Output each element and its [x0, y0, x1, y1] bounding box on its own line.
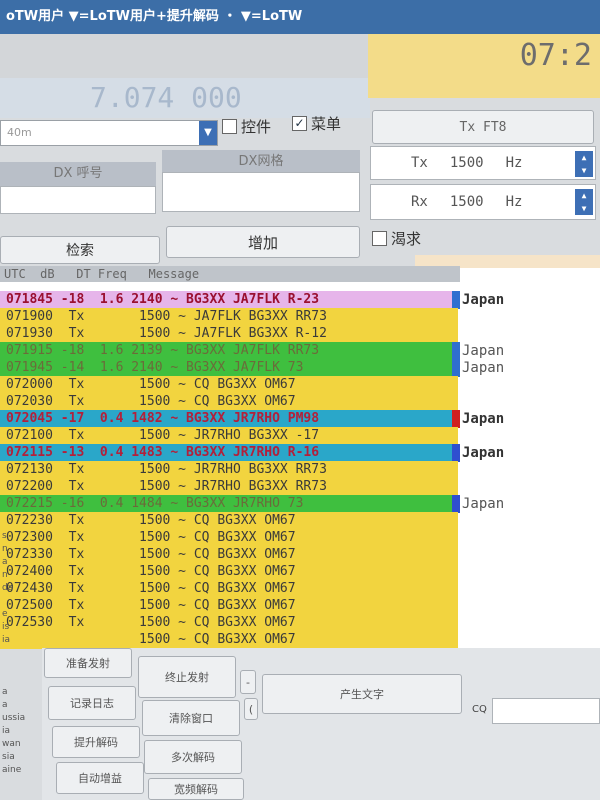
paren-label: ( [248, 702, 254, 716]
add-button-label: 增加 [247, 233, 278, 252]
country-label: Japan [462, 343, 505, 359]
table-row[interactable]: 072300 Tx 1500 ~ CQ BG3XX OM67 [0, 529, 458, 547]
menu-checkbox[interactable]: ✓ 菜单 [292, 113, 341, 134]
table-row[interactable]: 071845 -18 1.6 2140 ~ BG3XX JA7FLK R-23 [0, 291, 458, 309]
table-row[interactable]: 072430 Tx 1500 ~ CQ BG3XX OM67 [0, 580, 458, 598]
message-input[interactable] [492, 698, 600, 724]
frequency-display: 7.074 000 [0, 78, 370, 118]
band-select-value: 40m [7, 126, 32, 139]
stop-tx-button[interactable]: 终止发射 [138, 656, 236, 698]
stop-tx-label: 终止发射 [165, 671, 209, 684]
checkbox-box[interactable] [222, 119, 237, 134]
chevron-down-icon[interactable]: ▼ [199, 121, 217, 145]
tx-mode-button[interactable]: Tx FT8 [372, 110, 594, 144]
table-row[interactable]: 072400 Tx 1500 ~ CQ BG3XX OM67 [0, 563, 458, 581]
auto-gain-button[interactable]: 自动增益 [56, 762, 144, 794]
auto-gain-label: 自动增益 [78, 772, 122, 785]
ctrl-checkbox[interactable]: 控件 [222, 116, 271, 137]
multi-decode-label: 多次解码 [171, 751, 215, 764]
tx-label: Tx [411, 155, 428, 171]
table-row[interactable]: 072100 Tx 1500 ~ JR7RHO BG3XX -17 [0, 427, 458, 445]
spinner-arrows-icon[interactable]: ▲ ▼ [575, 189, 593, 215]
table-row[interactable]: 072500 Tx 1500 ~ CQ BG3XX OM67 [0, 597, 458, 615]
country-label: Japan [462, 292, 505, 308]
dx-call-input[interactable] [0, 186, 156, 214]
status-marker-icon [452, 359, 460, 377]
tx-hz-unit: Hz [505, 155, 523, 171]
status-marker-icon [452, 342, 460, 360]
table-row[interactable]: 072115 -13 0.4 1483 ~ BG3XX JR7RHO R-16 [0, 444, 458, 462]
window-title: oTW用户 ▼=LoTW用户+提升解码 ・ ▼=LoTW [0, 0, 600, 34]
table-row[interactable]: 072000 Tx 1500 ~ CQ BG3XX OM67 [0, 376, 458, 394]
log-button[interactable]: 记录日志 [48, 686, 136, 720]
status-marker-icon [452, 410, 460, 428]
search-button-label: 检索 [66, 243, 94, 259]
minus-label: - [246, 675, 250, 689]
rx-hz-value: 1500 [449, 194, 484, 210]
country-label: Japan [462, 360, 505, 376]
wideband-decode-label: 宽频解码 [174, 783, 218, 796]
boost-decode-label: 提升解码 [74, 736, 118, 749]
paren-button[interactable]: ( [244, 698, 258, 720]
ctrl-checkbox-label: 控件 [241, 118, 272, 136]
table-row[interactable]: 072530 Tx 1500 ~ CQ BG3XX OM67 [0, 614, 458, 632]
country-label: Japan [462, 445, 505, 461]
generate-text-label: 产生文字 [340, 688, 384, 701]
table-row[interactable]: 071900 Tx 1500 ~ JA7FLK BG3XX RR73 [0, 308, 458, 326]
list-header: UTC dB DT Freq Message [0, 266, 460, 282]
cq-label: CQ [472, 704, 487, 715]
clear-window-button[interactable]: 清除窗口 [142, 700, 240, 736]
minus-button[interactable]: - [240, 670, 256, 694]
table-row[interactable]: 072330 Tx 1500 ~ CQ BG3XX OM67 [0, 546, 458, 564]
band-select[interactable]: 40m ▼ [0, 120, 218, 146]
rx-frequency-spinner[interactable]: Rx 1500 Hz ▲ ▼ [370, 184, 596, 220]
utc-clock: 07:2 [368, 34, 600, 98]
multi-decode-button[interactable]: 多次解码 [144, 740, 242, 774]
table-row[interactable]: 072130 Tx 1500 ~ JR7RHO BG3XX RR73 [0, 461, 458, 479]
generate-text-button[interactable]: 产生文字 [262, 674, 462, 714]
table-row[interactable]: 072215 -16 0.4 1484 ~ BG3XX JR7RHO 73 [0, 495, 458, 513]
spinner-arrows-icon[interactable]: ▲ ▼ [575, 151, 593, 177]
add-button[interactable]: 增加 [166, 226, 360, 258]
want-checkbox[interactable]: 渴求 [372, 228, 421, 249]
status-marker-icon [452, 291, 460, 309]
tx-hz-value: 1500 [449, 155, 484, 171]
want-checkbox-label: 渴求 [391, 230, 422, 248]
menu-checkbox-label: 菜单 [311, 115, 342, 133]
rx-hz-unit: Hz [505, 194, 523, 210]
prepare-tx-label: 准备发射 [66, 657, 110, 670]
table-row[interactable]: 072200 Tx 1500 ~ JR7RHO BG3XX RR73 [0, 478, 458, 496]
dx-grid-label: DX网格 [162, 150, 360, 172]
left-country-column: s n a n da e is ia a a ussia ia wan sia … [2, 531, 26, 775]
log-button-label: 记录日志 [70, 697, 114, 710]
rx-label: Rx [411, 194, 428, 210]
tx-frequency-spinner[interactable]: Tx 1500 Hz ▲ ▼ [370, 146, 596, 180]
country-label: Japan [462, 496, 505, 512]
clear-window-label: 清除窗口 [169, 712, 213, 725]
checkbox-box[interactable] [372, 231, 387, 246]
table-row[interactable]: 071930 Tx 1500 ~ JA7FLK BG3XX R-12 [0, 325, 458, 343]
table-row[interactable]: 1500 ~ CQ BG3XX OM67 [0, 631, 458, 649]
table-row[interactable]: 071945 -14 1.6 2140 ~ BG3XX JA7FLK 73 [0, 359, 458, 377]
dx-grid-input[interactable] [162, 172, 360, 212]
table-row[interactable]: 072230 Tx 1500 ~ CQ BG3XX OM67 [0, 512, 458, 530]
dx-call-label: DX 呼号 [0, 162, 156, 186]
prepare-tx-button[interactable]: 准备发射 [44, 648, 132, 678]
search-button[interactable]: 检索 [0, 236, 160, 264]
wideband-decode-button[interactable]: 宽频解码 [148, 778, 244, 800]
checkmark-icon[interactable]: ✓ [292, 116, 307, 131]
top-band [0, 34, 368, 78]
tx-mode-label: Tx FT8 [459, 119, 507, 135]
table-row[interactable]: 071915 -18 1.6 2139 ~ BG3XX JA7FLK RR73 [0, 342, 458, 360]
status-marker-icon [452, 495, 460, 513]
table-row[interactable]: 072045 -17 0.4 1482 ~ BG3XX JR7RHO PM98 [0, 410, 458, 428]
status-marker-icon [452, 444, 460, 462]
country-label: Japan [462, 411, 505, 427]
table-row[interactable]: 072030 Tx 1500 ~ CQ BG3XX OM67 [0, 393, 458, 411]
boost-decode-button[interactable]: 提升解码 [52, 726, 140, 758]
